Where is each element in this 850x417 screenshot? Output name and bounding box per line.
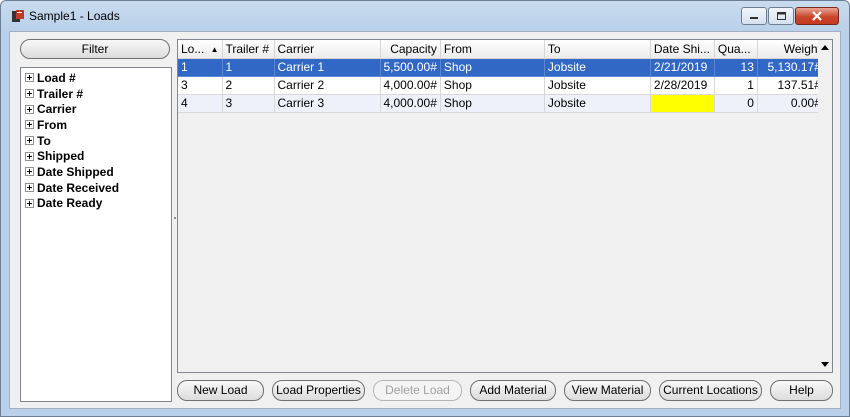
column-header-load[interactable]: Lo... ▲ xyxy=(178,40,223,59)
tree-item-load[interactable]: Load # xyxy=(21,70,171,86)
cell-trailer[interactable]: 1 xyxy=(222,58,275,77)
expand-icon[interactable] xyxy=(25,151,34,161)
cell-date-shipped[interactable]: 2/21/2019 xyxy=(650,58,715,77)
cell-to[interactable]: Jobsite xyxy=(544,94,651,113)
tree-item-label: Date Received xyxy=(37,180,120,195)
cell-quantity[interactable]: 1 xyxy=(714,76,758,95)
cell-quantity[interactable]: 0 xyxy=(714,94,758,113)
cell-date-shipped[interactable] xyxy=(650,94,715,113)
tree-item-label: Date Ready xyxy=(37,196,103,211)
scroll-down-icon[interactable] xyxy=(821,362,829,367)
table-row[interactable]: 3 2 Carrier 2 4,000.00# Shop Jobsite 2/2… xyxy=(178,76,825,95)
column-header-weight[interactable]: Weight xyxy=(757,40,825,59)
tree-item-to[interactable]: To xyxy=(21,133,171,149)
cell-to[interactable]: Jobsite xyxy=(544,76,651,95)
loads-window: Sample1 - Loads Filter Load # Trailer # … xyxy=(0,0,850,417)
cell-capacity[interactable]: 5,500.00# xyxy=(380,58,441,77)
tree-item-label: Load # xyxy=(37,70,76,85)
cell-weight[interactable]: 5,130.17# xyxy=(757,58,825,77)
expand-icon[interactable] xyxy=(25,167,34,177)
title-bar[interactable]: Sample1 - Loads xyxy=(1,1,849,31)
expand-icon[interactable] xyxy=(25,183,34,193)
cell-load[interactable]: 4 xyxy=(178,94,223,113)
cell-capacity[interactable]: 4,000.00# xyxy=(380,94,441,113)
tree-item-trailer[interactable]: Trailer # xyxy=(21,86,171,102)
expand-icon[interactable] xyxy=(25,104,34,114)
tree-item-carrier[interactable]: Carrier xyxy=(21,101,171,117)
column-header-quantity[interactable]: Qua... xyxy=(714,40,758,59)
cell-to[interactable]: Jobsite xyxy=(544,58,651,77)
minimize-button[interactable] xyxy=(741,7,767,25)
cell-load[interactable]: 3 xyxy=(178,76,223,95)
close-button[interactable] xyxy=(795,7,839,25)
table-row[interactable]: 1 1 Carrier 1 5,500.00# Shop Jobsite 2/2… xyxy=(178,58,825,77)
column-header-trailer[interactable]: Trailer # xyxy=(222,40,275,59)
window-title: Sample1 - Loads xyxy=(29,9,120,23)
new-load-button[interactable]: New Load xyxy=(177,380,264,401)
loads-table: Lo... ▲ Trailer # Carrier Capacity From T… xyxy=(178,40,825,113)
grip-icon xyxy=(174,217,176,219)
tree-item-label: Date Shipped xyxy=(37,164,114,179)
tree-item-label: To xyxy=(37,133,51,148)
cell-from[interactable]: Shop xyxy=(440,76,545,95)
expand-icon[interactable] xyxy=(25,198,34,208)
tree-item-date-ready[interactable]: Date Ready xyxy=(21,196,171,212)
table-row[interactable]: 4 3 Carrier 3 4,000.00# Shop Jobsite 0 0… xyxy=(178,94,825,113)
app-icon xyxy=(12,10,24,22)
column-header-to[interactable]: To xyxy=(544,40,651,59)
vertical-scrollbar[interactable] xyxy=(818,40,832,372)
cell-quantity[interactable]: 13 xyxy=(714,58,758,77)
current-locations-button[interactable]: Current Locations xyxy=(659,380,762,401)
cell-carrier[interactable]: Carrier 3 xyxy=(274,94,381,113)
header-row: Lo... ▲ Trailer # Carrier Capacity From T… xyxy=(178,40,825,59)
cell-load[interactable]: 1 xyxy=(178,58,223,77)
column-header-capacity[interactable]: Capacity xyxy=(380,40,441,59)
help-button[interactable]: Help xyxy=(770,380,833,401)
cell-weight[interactable]: 0.00# xyxy=(757,94,825,113)
tree-item-label: Carrier xyxy=(37,102,77,117)
scroll-up-icon[interactable] xyxy=(821,45,829,50)
cell-weight[interactable]: 137.51# xyxy=(757,76,825,95)
load-properties-button[interactable]: Load Properties xyxy=(272,380,365,401)
cell-from[interactable]: Shop xyxy=(440,94,545,113)
tree-item-shipped[interactable]: Shipped xyxy=(21,148,171,164)
expand-icon[interactable] xyxy=(25,73,34,83)
filter-tree: Load # Trailer # Carrier From To Shipped… xyxy=(20,67,172,402)
tree-item-label: Shipped xyxy=(37,149,85,164)
cell-carrier[interactable]: Carrier 2 xyxy=(274,76,381,95)
minimize-icon xyxy=(750,17,758,19)
cell-date-shipped[interactable]: 2/28/2019 xyxy=(650,76,715,95)
client-area: Filter Load # Trailer # Carrier From To … xyxy=(9,31,841,409)
expand-icon[interactable] xyxy=(25,120,34,130)
view-material-button[interactable]: View Material xyxy=(564,380,651,401)
tree-item-label: From xyxy=(37,117,67,132)
cell-capacity[interactable]: 4,000.00# xyxy=(380,76,441,95)
cell-trailer[interactable]: 3 xyxy=(222,94,275,113)
cell-from[interactable]: Shop xyxy=(440,58,545,77)
tree-item-date-received[interactable]: Date Received xyxy=(21,180,171,196)
column-header-date-shipped[interactable]: Date Shi... xyxy=(650,40,715,59)
delete-load-button[interactable]: Delete Load xyxy=(373,380,462,401)
filter-button[interactable]: Filter xyxy=(20,39,170,59)
close-icon xyxy=(812,11,822,21)
column-header-carrier[interactable]: Carrier xyxy=(274,40,381,59)
cell-carrier[interactable]: Carrier 1 xyxy=(274,58,381,77)
add-material-button[interactable]: Add Material xyxy=(470,380,556,401)
cell-trailer[interactable]: 2 xyxy=(222,76,275,95)
sort-ascending-icon: ▲ xyxy=(210,45,219,54)
expand-icon[interactable] xyxy=(25,89,34,99)
tree-item-label: Trailer # xyxy=(37,86,84,101)
tree-item-date-shipped[interactable]: Date Shipped xyxy=(21,164,171,180)
maximize-button[interactable] xyxy=(768,7,794,25)
tree-item-from[interactable]: From xyxy=(21,117,171,133)
maximize-icon xyxy=(777,12,786,20)
expand-icon[interactable] xyxy=(25,136,34,146)
column-header-from[interactable]: From xyxy=(440,40,545,59)
loads-grid: Lo... ▲ Trailer # Carrier Capacity From T… xyxy=(177,39,833,373)
